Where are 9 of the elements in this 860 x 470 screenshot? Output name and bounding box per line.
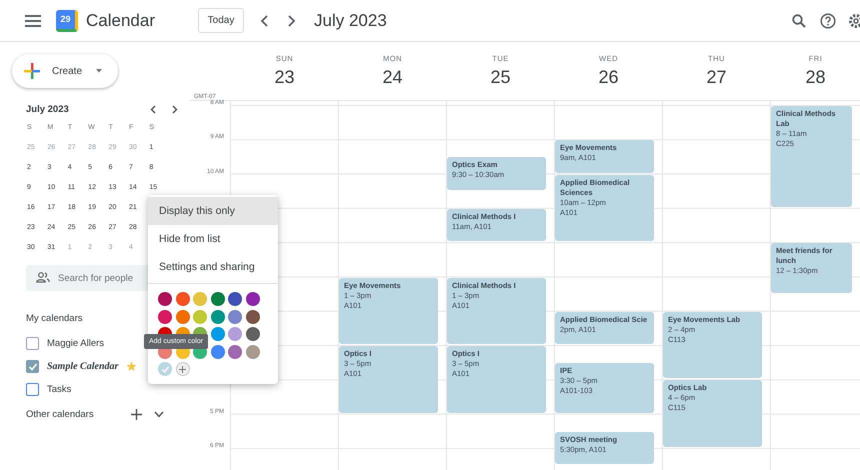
calendar-name: Tasks	[47, 384, 72, 395]
section-title: Other calendars	[26, 409, 95, 420]
calendar-name: Maggie Allers	[47, 338, 104, 349]
calendar-logo: 29	[56, 10, 78, 32]
calendar-name: Sample Calendar	[47, 361, 118, 372]
app-name: Calendar	[86, 10, 155, 30]
date-range-title: July 2023	[314, 10, 387, 30]
section-title: My calendars	[26, 313, 82, 324]
mini-calendar-title: July 2023	[26, 104, 70, 115]
